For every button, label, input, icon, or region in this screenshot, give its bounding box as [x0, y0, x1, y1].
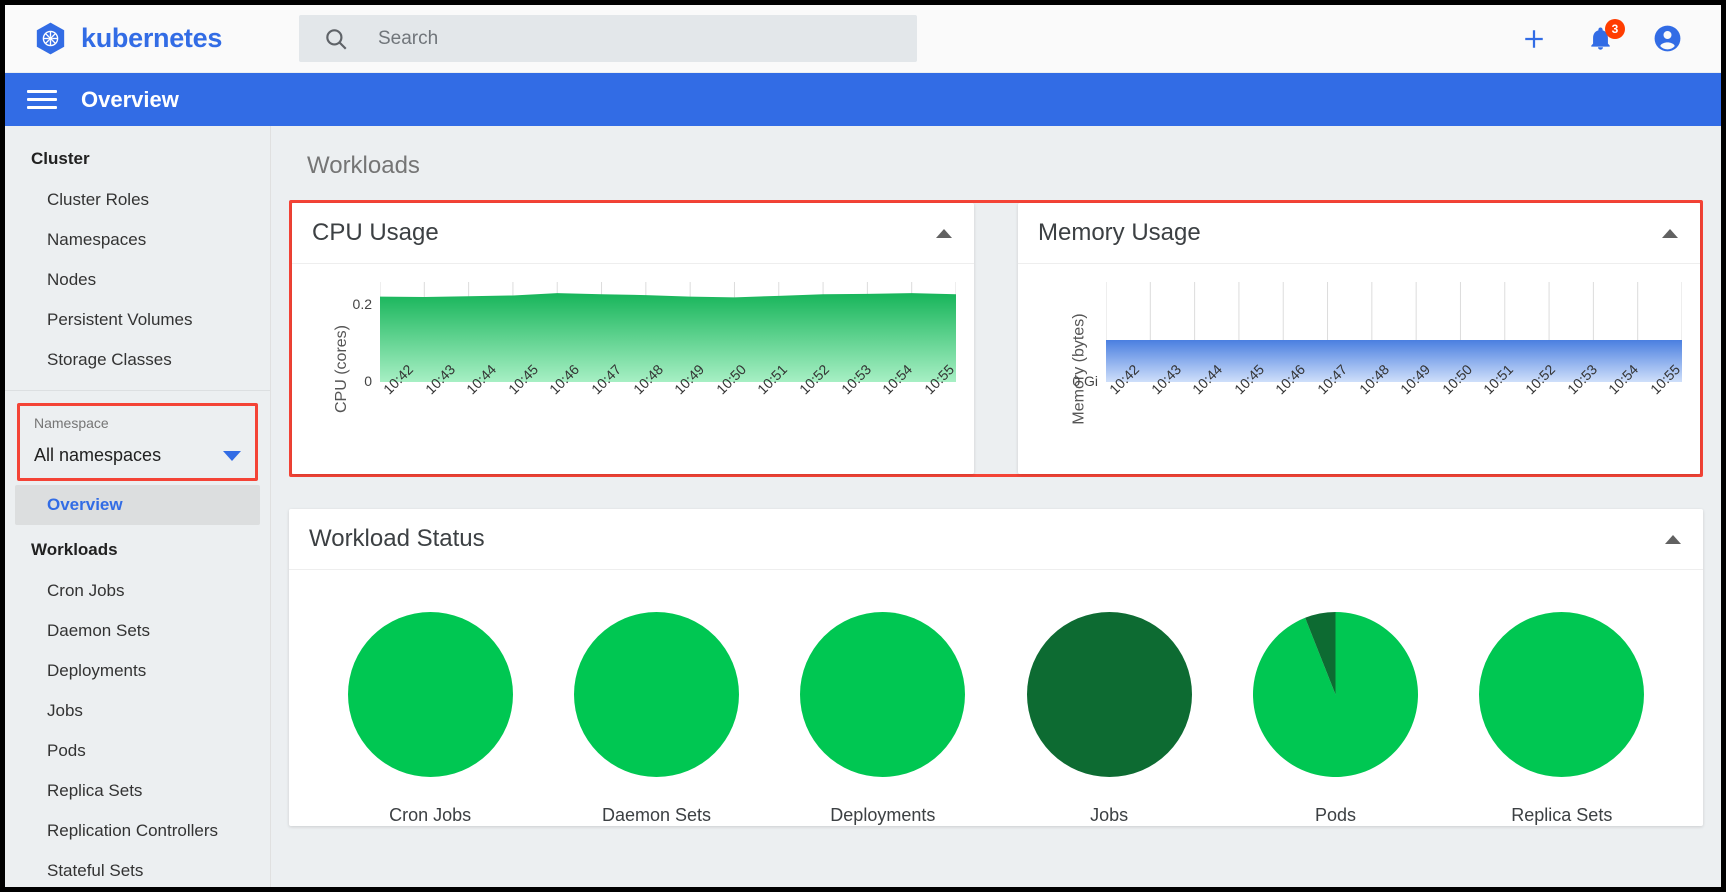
sidebar-section-cluster: Cluster: [5, 138, 270, 180]
cpu-y-tick-low: 0: [308, 373, 372, 389]
brand-name: kubernetes: [81, 23, 222, 54]
pie-chart: [1479, 612, 1644, 777]
cpu-usage-title: CPU Usage: [312, 219, 439, 247]
sidebar-item-persistent-volumes[interactable]: Persistent Volumes: [5, 300, 270, 340]
search-input[interactable]: [378, 28, 917, 50]
cpu-usage-card-header: CPU Usage: [292, 203, 974, 264]
namespace-selector-label: Namespace: [34, 415, 241, 431]
sidebar-item-replication-controllers[interactable]: Replication Controllers: [5, 811, 270, 851]
cpu-plot-area: [380, 282, 956, 382]
top-bar-actions: 3: [1519, 23, 1721, 54]
caret-up-icon[interactable]: [936, 229, 952, 238]
content-heading: Workloads: [289, 126, 1703, 200]
search-icon: [323, 26, 349, 52]
cpu-y-tick-high: 0.2: [308, 296, 372, 312]
sidebar-item-replica-sets[interactable]: Replica Sets: [5, 771, 270, 811]
sidebar-section-workloads: Workloads: [5, 529, 270, 571]
pie-chart-label: Daemon Sets: [602, 805, 711, 826]
sidebar-item-pods[interactable]: Pods: [5, 731, 270, 771]
brand[interactable]: kubernetes: [5, 21, 273, 56]
caret-down-icon[interactable]: [223, 451, 241, 461]
memory-y-tick-low: 0 Gi: [1034, 373, 1098, 389]
workload-status-pie-cell[interactable]: Pods: [1227, 612, 1444, 826]
memory-plot-area: [1106, 282, 1682, 382]
sidebar-item-deployments[interactable]: Deployments: [5, 651, 270, 691]
add-resource-button[interactable]: [1519, 24, 1549, 54]
cpu-usage-chart: CPU (cores) 0.2 0 10:4210:4310:4410:4510…: [292, 264, 974, 474]
caret-up-icon[interactable]: [1662, 229, 1678, 238]
pie-chart: [1027, 612, 1192, 777]
pie-chart-label: Pods: [1315, 805, 1356, 826]
workload-status-pie-cell[interactable]: Cron Jobs: [322, 612, 539, 826]
pie-chart: [800, 612, 965, 777]
notification-badge: 3: [1605, 19, 1625, 39]
workload-status-title: Workload Status: [309, 525, 485, 553]
sidebar-item-nodes[interactable]: Nodes: [5, 260, 270, 300]
memory-usage-card-header: Memory Usage: [1018, 203, 1700, 264]
app-bar: Overview: [5, 73, 1721, 126]
kubernetes-helm-logo-icon: [33, 21, 68, 56]
sidebar: Cluster Cluster Roles Namespaces Nodes P…: [5, 126, 271, 887]
pie-chart: [1253, 612, 1418, 777]
memory-usage-title: Memory Usage: [1038, 219, 1201, 247]
workload-status-card-header: Workload Status: [289, 509, 1703, 570]
pie-chart-label: Cron Jobs: [389, 805, 471, 826]
workload-status-pie-cell[interactable]: Jobs: [1001, 612, 1218, 826]
pie-chart-label: Replica Sets: [1511, 805, 1612, 826]
app-window: kubernetes 3: [0, 0, 1726, 892]
namespace-selector[interactable]: Namespace All namespaces: [17, 403, 258, 481]
sidebar-item-namespaces[interactable]: Namespaces: [5, 220, 270, 260]
pie-chart-label: Deployments: [830, 805, 935, 826]
account-button[interactable]: [1652, 23, 1683, 54]
sidebar-divider: [5, 390, 270, 391]
workload-status-pie-cell[interactable]: Replica Sets: [1453, 612, 1670, 826]
pie-chart-label: Jobs: [1090, 805, 1128, 826]
top-bar: kubernetes 3: [5, 5, 1721, 73]
notifications-button[interactable]: 3: [1587, 25, 1614, 52]
sidebar-item-overview[interactable]: Overview: [15, 485, 260, 525]
plus-icon: [1519, 24, 1549, 54]
sidebar-item-jobs[interactable]: Jobs: [5, 691, 270, 731]
pie-chart: [348, 612, 513, 777]
workload-status-pies: Cron Jobs Daemon Sets Deployments Jobs Pods R…: [289, 570, 1703, 826]
memory-x-axis-labels: 10:4210:4310:4410:4510:4610:4710:4810:49…: [1106, 386, 1682, 402]
workload-status-card: Workload Status Cron Jobs Daemon Sets Depl…: [289, 509, 1703, 826]
memory-usage-card: Memory Usage Memory (bytes) 0 Gi 10:4210…: [1018, 203, 1700, 474]
cpu-usage-card: CPU Usage CPU (cores) 0.2 0 10:4210:4310…: [292, 203, 974, 474]
memory-y-axis-label: Memory (bytes): [1071, 313, 1089, 424]
main-content: Workloads CPU Usage CPU (cores) 0.2 0 10…: [271, 126, 1721, 887]
cpu-y-axis-label: CPU (cores): [333, 325, 351, 413]
workload-status-pie-cell[interactable]: Daemon Sets: [548, 612, 765, 826]
workload-status-pie-cell[interactable]: Deployments: [774, 612, 991, 826]
sidebar-item-daemon-sets[interactable]: Daemon Sets: [5, 611, 270, 651]
usage-graphs-row: CPU Usage CPU (cores) 0.2 0 10:4210:4310…: [289, 200, 1703, 477]
hamburger-menu-icon[interactable]: [27, 85, 57, 114]
page-title: Overview: [81, 87, 179, 113]
namespace-selector-value: All namespaces: [34, 445, 161, 466]
sidebar-item-cron-jobs[interactable]: Cron Jobs: [5, 571, 270, 611]
search-box[interactable]: [299, 15, 917, 62]
pie-chart: [574, 612, 739, 777]
sidebar-item-storage-classes[interactable]: Storage Classes: [5, 340, 270, 380]
sidebar-item-stateful-sets[interactable]: Stateful Sets: [5, 851, 270, 887]
sidebar-item-cluster-roles[interactable]: Cluster Roles: [5, 180, 270, 220]
memory-usage-chart: Memory (bytes) 0 Gi 10:4210:4310:4410:45…: [1018, 264, 1700, 474]
caret-up-icon[interactable]: [1665, 535, 1681, 544]
account-circle-icon: [1652, 23, 1683, 54]
cpu-x-axis-labels: 10:4210:4310:4410:4510:4610:4710:4810:49…: [380, 386, 956, 402]
